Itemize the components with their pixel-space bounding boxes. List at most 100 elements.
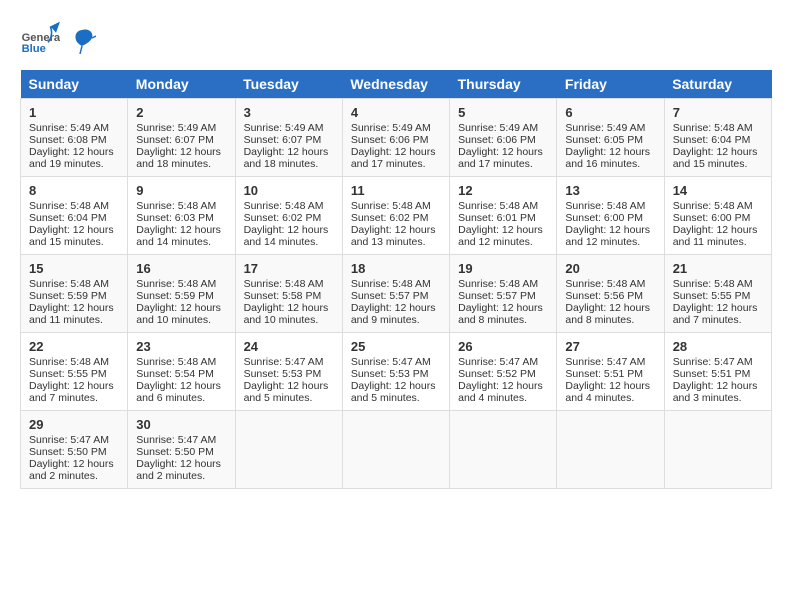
sunrise-label: Sunrise: 5:48 AM — [244, 200, 324, 212]
calendar-cell: 9 Sunrise: 5:48 AM Sunset: 6:03 PM Dayli… — [128, 177, 235, 255]
daylight-label: Daylight: 12 hours and 2 minutes. — [29, 458, 114, 482]
daylight-label: Daylight: 12 hours and 7 minutes. — [29, 380, 114, 404]
sunset-label: Sunset: 5:53 PM — [351, 368, 429, 380]
daylight-label: Daylight: 12 hours and 16 minutes. — [565, 146, 650, 170]
day-number: 25 — [351, 339, 441, 354]
calendar-cell: 14 Sunrise: 5:48 AM Sunset: 6:00 PM Dayl… — [664, 177, 771, 255]
sunset-label: Sunset: 6:00 PM — [673, 212, 751, 224]
day-number: 18 — [351, 261, 441, 276]
sunrise-label: Sunrise: 5:48 AM — [136, 356, 216, 368]
sunrise-label: Sunrise: 5:48 AM — [351, 278, 431, 290]
calendar-cell: 24 Sunrise: 5:47 AM Sunset: 5:53 PM Dayl… — [235, 333, 342, 411]
calendar-cell — [235, 411, 342, 489]
daylight-label: Daylight: 12 hours and 13 minutes. — [351, 224, 436, 248]
daylight-label: Daylight: 12 hours and 19 minutes. — [29, 146, 114, 170]
calendar-cell: 15 Sunrise: 5:48 AM Sunset: 5:59 PM Dayl… — [21, 255, 128, 333]
day-number: 22 — [29, 339, 119, 354]
daylight-label: Daylight: 12 hours and 2 minutes. — [136, 458, 221, 482]
sunset-label: Sunset: 5:50 PM — [29, 446, 107, 458]
sunrise-label: Sunrise: 5:47 AM — [244, 356, 324, 368]
daylight-label: Daylight: 12 hours and 3 minutes. — [673, 380, 758, 404]
daylight-label: Daylight: 12 hours and 10 minutes. — [136, 302, 221, 326]
calendar-cell: 20 Sunrise: 5:48 AM Sunset: 5:56 PM Dayl… — [557, 255, 664, 333]
header-saturday: Saturday — [664, 70, 771, 99]
daylight-label: Daylight: 12 hours and 18 minutes. — [136, 146, 221, 170]
sunrise-label: Sunrise: 5:48 AM — [29, 278, 109, 290]
calendar-cell: 3 Sunrise: 5:49 AM Sunset: 6:07 PM Dayli… — [235, 99, 342, 177]
svg-text:General: General — [22, 32, 60, 44]
calendar-cell: 22 Sunrise: 5:48 AM Sunset: 5:55 PM Dayl… — [21, 333, 128, 411]
calendar-cell: 7 Sunrise: 5:48 AM Sunset: 6:04 PM Dayli… — [664, 99, 771, 177]
header-sunday: Sunday — [21, 70, 128, 99]
sunset-label: Sunset: 5:51 PM — [673, 368, 751, 380]
sunrise-label: Sunrise: 5:49 AM — [565, 122, 645, 134]
calendar-cell: 21 Sunrise: 5:48 AM Sunset: 5:55 PM Dayl… — [664, 255, 771, 333]
calendar-cell: 2 Sunrise: 5:49 AM Sunset: 6:07 PM Dayli… — [128, 99, 235, 177]
calendar-cell: 8 Sunrise: 5:48 AM Sunset: 6:04 PM Dayli… — [21, 177, 128, 255]
day-number: 21 — [673, 261, 763, 276]
day-number: 2 — [136, 105, 226, 120]
calendar-cell: 19 Sunrise: 5:48 AM Sunset: 5:57 PM Dayl… — [450, 255, 557, 333]
daylight-label: Daylight: 12 hours and 4 minutes. — [565, 380, 650, 404]
day-number: 5 — [458, 105, 548, 120]
day-number: 6 — [565, 105, 655, 120]
sunrise-label: Sunrise: 5:48 AM — [29, 200, 109, 212]
sunrise-label: Sunrise: 5:48 AM — [136, 278, 216, 290]
sunrise-label: Sunrise: 5:47 AM — [565, 356, 645, 368]
calendar-week-3: 15 Sunrise: 5:48 AM Sunset: 5:59 PM Dayl… — [21, 255, 772, 333]
logo: General Blue — [20, 20, 96, 60]
logo-icon: General Blue — [20, 20, 60, 60]
day-number: 10 — [244, 183, 334, 198]
daylight-label: Daylight: 12 hours and 6 minutes. — [136, 380, 221, 404]
calendar-week-2: 8 Sunrise: 5:48 AM Sunset: 6:04 PM Dayli… — [21, 177, 772, 255]
day-number: 27 — [565, 339, 655, 354]
calendar-cell: 12 Sunrise: 5:48 AM Sunset: 6:01 PM Dayl… — [450, 177, 557, 255]
sunrise-label: Sunrise: 5:49 AM — [351, 122, 431, 134]
day-number: 11 — [351, 183, 441, 198]
calendar-week-1: 1 Sunrise: 5:49 AM Sunset: 6:08 PM Dayli… — [21, 99, 772, 177]
calendar-cell: 16 Sunrise: 5:48 AM Sunset: 5:59 PM Dayl… — [128, 255, 235, 333]
sunrise-label: Sunrise: 5:48 AM — [673, 200, 753, 212]
daylight-label: Daylight: 12 hours and 15 minutes. — [29, 224, 114, 248]
sunset-label: Sunset: 5:51 PM — [565, 368, 643, 380]
daylight-label: Daylight: 12 hours and 5 minutes. — [244, 380, 329, 404]
day-number: 4 — [351, 105, 441, 120]
header-row: SundayMondayTuesdayWednesdayThursdayFrid… — [21, 70, 772, 99]
day-number: 20 — [565, 261, 655, 276]
sunrise-label: Sunrise: 5:49 AM — [136, 122, 216, 134]
daylight-label: Daylight: 12 hours and 14 minutes. — [244, 224, 329, 248]
sunset-label: Sunset: 5:59 PM — [29, 290, 107, 302]
sunrise-label: Sunrise: 5:47 AM — [29, 434, 109, 446]
daylight-label: Daylight: 12 hours and 17 minutes. — [458, 146, 543, 170]
calendar-week-4: 22 Sunrise: 5:48 AM Sunset: 5:55 PM Dayl… — [21, 333, 772, 411]
header-friday: Friday — [557, 70, 664, 99]
sunset-label: Sunset: 5:53 PM — [244, 368, 322, 380]
sunrise-label: Sunrise: 5:48 AM — [458, 200, 538, 212]
sunrise-label: Sunrise: 5:49 AM — [244, 122, 324, 134]
page-header: General Blue — [20, 20, 772, 60]
sunset-label: Sunset: 6:07 PM — [136, 134, 214, 146]
day-number: 29 — [29, 417, 119, 432]
header-tuesday: Tuesday — [235, 70, 342, 99]
sunrise-label: Sunrise: 5:48 AM — [673, 122, 753, 134]
sunrise-label: Sunrise: 5:48 AM — [565, 200, 645, 212]
calendar-cell: 17 Sunrise: 5:48 AM Sunset: 5:58 PM Dayl… — [235, 255, 342, 333]
sunset-label: Sunset: 6:04 PM — [29, 212, 107, 224]
calendar-table: SundayMondayTuesdayWednesdayThursdayFrid… — [20, 70, 772, 489]
day-number: 14 — [673, 183, 763, 198]
daylight-label: Daylight: 12 hours and 8 minutes. — [565, 302, 650, 326]
calendar-cell: 6 Sunrise: 5:49 AM Sunset: 6:05 PM Dayli… — [557, 99, 664, 177]
sunset-label: Sunset: 5:54 PM — [136, 368, 214, 380]
daylight-label: Daylight: 12 hours and 8 minutes. — [458, 302, 543, 326]
daylight-label: Daylight: 12 hours and 15 minutes. — [673, 146, 758, 170]
calendar-cell: 5 Sunrise: 5:49 AM Sunset: 6:06 PM Dayli… — [450, 99, 557, 177]
day-number: 16 — [136, 261, 226, 276]
sunset-label: Sunset: 6:04 PM — [673, 134, 751, 146]
calendar-cell: 29 Sunrise: 5:47 AM Sunset: 5:50 PM Dayl… — [21, 411, 128, 489]
calendar-week-5: 29 Sunrise: 5:47 AM Sunset: 5:50 PM Dayl… — [21, 411, 772, 489]
sunset-label: Sunset: 5:56 PM — [565, 290, 643, 302]
header-monday: Monday — [128, 70, 235, 99]
sunrise-label: Sunrise: 5:48 AM — [673, 278, 753, 290]
sunrise-label: Sunrise: 5:48 AM — [244, 278, 324, 290]
sunset-label: Sunset: 5:57 PM — [351, 290, 429, 302]
